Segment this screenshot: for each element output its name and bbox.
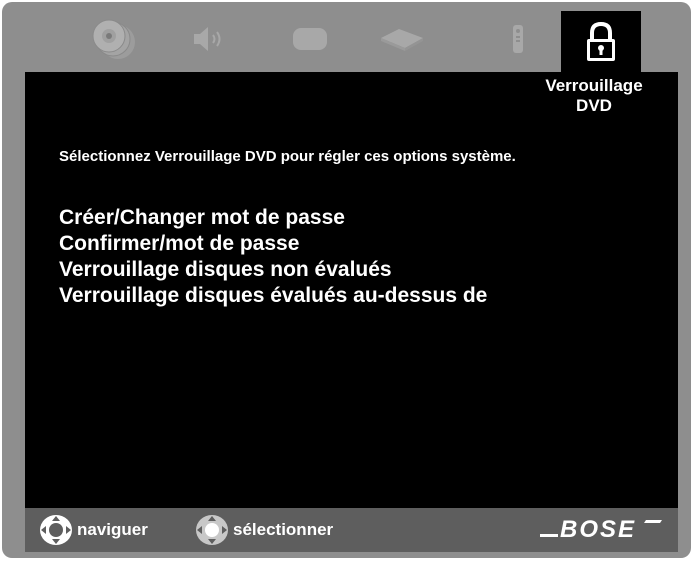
option-lock-rated-above[interactable]: Verrouillage disques évalués au-dessus d…: [59, 283, 487, 309]
tab-player[interactable]: [362, 14, 442, 64]
tab-video[interactable]: [270, 14, 350, 64]
option-confirm-password[interactable]: Confirmer/mot de passe: [59, 231, 487, 257]
disc-stack-icon: [92, 19, 135, 59]
instruction-text: Sélectionnez Verrouillage DVD pour régle…: [59, 148, 516, 165]
tv-frame: Verrouillage DVD Sélectionnez Verrouilla…: [2, 2, 691, 558]
tv-screen-icon: [293, 28, 327, 50]
hint-navigate-label: naviguer: [77, 520, 148, 539]
menu-screen: Verrouillage DVD Sélectionnez Verrouilla…: [25, 72, 678, 508]
hint-select-label: sélectionner: [233, 520, 334, 539]
tab-dvd-lock[interactable]: [561, 11, 641, 72]
tab-disc[interactable]: [74, 14, 154, 64]
padlock-icon: [587, 21, 615, 61]
option-lock-unrated-discs[interactable]: Verrouillage disques non évalués: [59, 257, 487, 283]
option-create-change-password[interactable]: Créer/Changer mot de passe: [59, 205, 487, 231]
remote-icon: [513, 25, 523, 53]
dpad-select-icon: [196, 515, 228, 545]
tab-audio[interactable]: [170, 14, 250, 64]
active-tab-title-line1: Verrouillage: [545, 76, 643, 95]
hint-navigate: naviguer: [39, 514, 148, 546]
tab-remote[interactable]: [478, 14, 558, 64]
hint-select: sélectionner: [195, 514, 333, 546]
bose-logo-text: BOSE: [560, 516, 636, 542]
bose-logo: BOSE: [540, 516, 662, 542]
speaker-icon: [194, 27, 221, 51]
option-list: Créer/Changer mot de passe Confirmer/mot…: [59, 205, 487, 309]
setup-menu-tabs: [2, 2, 691, 72]
active-tab-title: Verrouillage DVD: [524, 76, 664, 116]
dvd-player-icon: [381, 29, 423, 51]
active-tab-title-line2: DVD: [576, 96, 612, 115]
dpad-icon: [40, 515, 72, 545]
footer-hints: naviguer sélectionner BOSE: [25, 508, 678, 552]
